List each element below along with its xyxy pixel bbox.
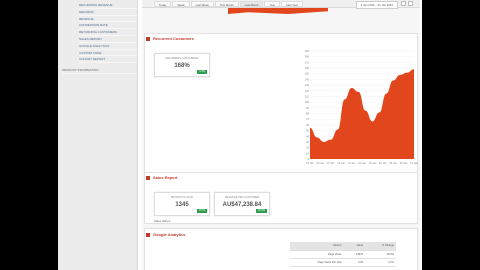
section-icon <box>146 37 150 41</box>
recurrent-customers-title: Recurrent Customers <box>153 36 194 41</box>
x-tick-label: 25 Jan <box>389 161 397 165</box>
kpi-label: PRODUCTS SOLD <box>170 196 194 199</box>
kpi-change-badge: 8.7% <box>197 209 207 213</box>
y-tick-label: 80 <box>306 112 309 116</box>
kpi-value: 1345 <box>175 202 189 208</box>
y-tick-label: 70 <box>306 117 309 121</box>
y-tick-label: 0 <box>308 157 310 161</box>
section-icon <box>146 233 150 237</box>
table-row: Page Views Per Visit 4.93 3.7% <box>290 258 396 267</box>
x-tick-label: 22 Jan <box>379 161 387 165</box>
sidebar-item[interactable]: RECURRING REVENUE <box>79 2 137 9</box>
y-tick-label: 50 <box>306 129 309 133</box>
y-tick-label: 40 <box>306 134 309 138</box>
sales-report-title: Sales Report <box>153 175 178 180</box>
main-content: Today Week Last Week This Month Last Month Ye… <box>142 0 420 270</box>
kpi-change-badge: 10.6% <box>255 209 267 213</box>
table-cell: 3.7% <box>365 258 396 267</box>
y-tick-label: 100 <box>305 100 310 104</box>
y-tick-label: 20 <box>306 146 309 150</box>
sidebar: RECURRING REVENUE REFUNDS REVENUE CONVERSIO… <box>58 0 138 270</box>
refresh-icon[interactable] <box>408 1 413 6</box>
sidebar-item[interactable]: GOOGLE ANALYTICS <box>79 43 137 50</box>
google-analytics-title: Google Analytics <box>153 232 186 237</box>
tab-date-filter[interactable]: Year <box>264 1 281 7</box>
table-cell: 4.93 <box>343 258 366 267</box>
sidebar-item[interactable]: REVENUE <box>79 16 137 23</box>
sidebar-item[interactable]: SALES REPORT <box>79 36 137 43</box>
kpi-label: RECURRING CUSTOMERS <box>165 57 199 60</box>
tab-date-filter[interactable]: Last Week <box>190 1 214 7</box>
tab-date-filter[interactable]: This Month <box>214 1 239 7</box>
sales-values-note: Sales Values <box>154 219 171 223</box>
app-window: RECURRING REVENUE REFUNDS REVENUE CONVERSIO… <box>58 0 422 270</box>
y-tick-label: 140 <box>305 77 310 81</box>
sidebar-item[interactable]: CUSTOM CODE <box>79 50 137 57</box>
y-tick-label: 170 <box>305 60 310 64</box>
sidebar-item[interactable]: REFUNDS <box>79 9 137 16</box>
column-header: % Change <box>365 242 396 251</box>
column-header: Metrics <box>290 242 344 251</box>
table-header-row: Metrics Value % Change <box>290 242 396 251</box>
kpi-value: 168% <box>174 63 190 69</box>
table-cell: Page Views <box>290 250 344 259</box>
kpi-change-badge: 4.1% <box>197 70 207 74</box>
table-cell: 18.5% <box>365 250 396 259</box>
sidebar-item-product-information[interactable]: PRODUCT INFORMATION <box>62 67 137 74</box>
x-tick-label: 07 Jan <box>327 161 335 165</box>
y-tick-label: 90 <box>306 106 309 110</box>
y-tick-label: 160 <box>305 66 310 70</box>
y-tick-label: 180 <box>305 55 310 59</box>
previous-chart-strip <box>228 8 328 14</box>
table-cell: Page Views Per Visit <box>290 258 344 267</box>
tab-date-filter[interactable]: Week <box>172 1 190 7</box>
x-tick-label: 13 Jan <box>348 161 356 165</box>
y-tick-label: 10 <box>306 151 309 155</box>
tab-date-filter[interactable]: Last Year <box>281 1 303 7</box>
x-tick-label: 31 Jan <box>410 161 418 165</box>
date-range-picker[interactable]: 1 Jan 2014 – 31 Jan 2014 <box>355 1 398 9</box>
x-tick-label: 10 Jan <box>337 161 345 165</box>
column-header: Value <box>343 242 366 251</box>
x-tick-label: 16 Jan <box>358 161 366 165</box>
recurring-customers-kpi: RECURRING CUSTOMERS 168% 4.1% <box>154 53 210 77</box>
table-cell: 24975 <box>343 250 366 259</box>
sidebar-item[interactable]: RETURNING CUSTOMERS <box>79 29 137 36</box>
kpi-label: REVENUE PER CUSTOMER <box>224 196 260 199</box>
y-tick-label: 30 <box>306 140 309 144</box>
y-tick-label: 60 <box>306 123 309 127</box>
x-tick-label: 19 Jan <box>369 161 377 165</box>
sidebar-item[interactable]: COHORT REPORT <box>79 56 137 64</box>
tab-date-filter[interactable]: Today <box>154 1 172 7</box>
section-icon <box>146 176 150 180</box>
analytics-table: Metrics Value % Change Page Views 24975 … <box>290 242 396 267</box>
kpi-value: AU$47,238.84 <box>222 202 262 208</box>
revenue-per-customer-kpi: REVENUE PER CUSTOMER AU$47,238.84 10.6% <box>214 192 270 216</box>
recurrent-customers-chart: 1901801701601501401301201101009080706050… <box>305 49 418 165</box>
sidebar-item[interactable]: CONVERSION RATE <box>79 22 137 30</box>
settings-icon[interactable] <box>401 1 406 6</box>
area-series <box>310 69 414 159</box>
y-tick-label: 130 <box>305 83 310 87</box>
x-tick-label: 28 Jan <box>400 161 408 165</box>
y-tick-label: 110 <box>305 94 310 98</box>
y-tick-label: 190 <box>305 49 310 53</box>
products-sold-kpi: PRODUCTS SOLD 1345 8.7% <box>154 192 210 216</box>
y-tick-label: 150 <box>305 72 310 76</box>
y-tick-label: 120 <box>305 89 310 93</box>
tab-date-filter[interactable]: Last Month <box>239 1 264 7</box>
table-row: Page Views 24975 18.5% <box>290 250 396 259</box>
x-tick-label: 01 Jan <box>306 161 314 165</box>
x-tick-label: 04 Jan <box>317 161 325 165</box>
